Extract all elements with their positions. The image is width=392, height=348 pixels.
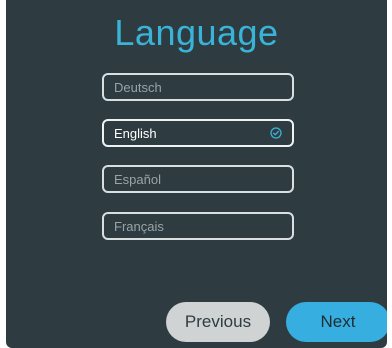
language-option-label: Français [114, 218, 164, 234]
page-title: Language [114, 12, 279, 53]
language-option-deutsch[interactable]: Deutsch [102, 73, 294, 101]
check-circle-icon [270, 127, 282, 139]
previous-button-label: Previous [184, 312, 252, 331]
next-button[interactable]: Next [286, 302, 387, 342]
language-screen: Language Deutsch English Español Françai… [6, 0, 387, 348]
previous-button[interactable]: Previous [166, 302, 270, 342]
language-option-label: English [114, 125, 157, 141]
next-button-label: Next [320, 312, 356, 331]
language-option-espanol[interactable]: Español [102, 165, 294, 193]
language-option-label: Español [114, 171, 161, 187]
language-option-english[interactable]: English [102, 119, 294, 147]
language-option-francais[interactable]: Français [102, 212, 294, 240]
language-option-label: Deutsch [114, 79, 162, 95]
